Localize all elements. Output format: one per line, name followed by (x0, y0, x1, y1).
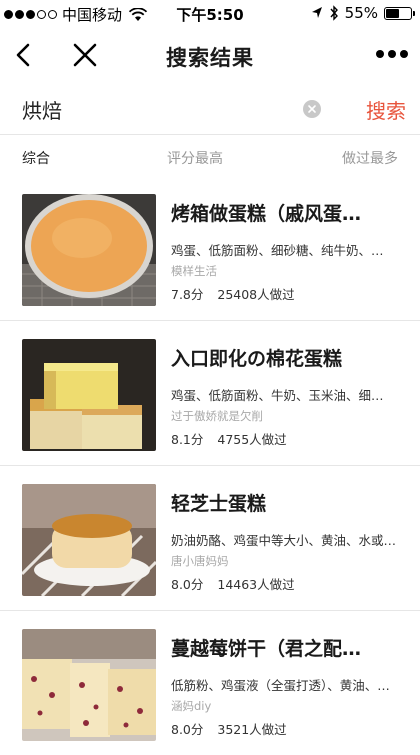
recipe-title: 轻芝士蛋糕 (171, 493, 267, 515)
battery-percent: 55% (344, 4, 378, 22)
recipe-score: 7.8分 (171, 287, 204, 302)
recipe-list: 烤箱做蛋糕（戚风蛋… 鸡蛋、低筋面粉、细砂糖、纯牛奶、… 模样生活 7.8分 2… (0, 176, 420, 755)
recipe-ingredients: 鸡蛋、低筋面粉、牛奶、玉米油、细… (171, 388, 384, 403)
location-arrow-icon (311, 7, 322, 18)
recipe-list-item[interactable]: 蔓越莓饼干（君之配… 低筋粉、鸡蛋液（全蛋打透）、黄油、… 涵妈diy 8.0分… (0, 611, 420, 755)
recipe-stats: 7.8分 25408人做过 (171, 284, 295, 303)
recipe-made-count: 4755人做过 (217, 432, 287, 447)
recipe-stats: 8.0分 14463人做过 (171, 574, 295, 593)
tab-comprehensive[interactable]: 综合 (22, 148, 50, 168)
recipe-author: 唐小唐妈妈 (171, 554, 229, 568)
recipe-score: 8.0分 (171, 722, 204, 737)
recipe-title: 蔓越莓饼干（君之配… (171, 638, 362, 660)
recipe-score: 8.1分 (171, 432, 204, 447)
clear-input-icon[interactable] (303, 100, 321, 118)
recipe-author: 过于傲娇就是欠削 (171, 409, 263, 423)
recipe-stats: 8.0分 3521人做过 (171, 719, 287, 738)
recipe-made-count: 25408人做过 (217, 287, 295, 302)
tab-most-made[interactable]: 做过最多 (342, 148, 398, 168)
recipe-author: 模样生活 (171, 264, 217, 278)
bluetooth-icon (330, 5, 338, 21)
recipe-title: 烤箱做蛋糕（戚风蛋… (171, 203, 362, 225)
search-input[interactable] (22, 94, 292, 124)
battery-icon (384, 6, 415, 20)
nav-bar: 搜索结果 (0, 28, 420, 84)
search-bar: 搜索 (0, 84, 420, 135)
recipe-thumbnail (22, 339, 156, 451)
recipe-made-count: 3521人做过 (217, 722, 287, 737)
page-title: 搜索结果 (166, 46, 254, 70)
recipe-author: 涵妈diy (171, 699, 212, 713)
recipe-made-count: 14463人做过 (217, 577, 295, 592)
recipe-ingredients: 鸡蛋、低筋面粉、细砂糖、纯牛奶、… (171, 243, 384, 258)
recipe-list-item[interactable]: 轻芝士蛋糕 奶油奶酪、鸡蛋中等大小、黄油、水或… 唐小唐妈妈 8.0分 1446… (0, 466, 420, 611)
search-button[interactable]: 搜索 (366, 95, 406, 124)
recipe-stats: 8.1分 4755人做过 (171, 429, 287, 448)
more-options-icon[interactable] (376, 50, 408, 58)
recipe-thumbnail (22, 194, 156, 306)
recipe-list-item[interactable]: 烤箱做蛋糕（戚风蛋… 鸡蛋、低筋面粉、细砂糖、纯牛奶、… 模样生活 7.8分 2… (0, 176, 420, 321)
sort-tabs: 综合 评分最高 做过最多 (0, 136, 420, 176)
recipe-score: 8.0分 (171, 577, 204, 592)
recipe-ingredients: 奶油奶酪、鸡蛋中等大小、黄油、水或… (171, 533, 397, 548)
recipe-title: 入口即化の棉花蛋糕 (171, 348, 343, 370)
recipe-ingredients: 低筋粉、鸡蛋液（全蛋打透）、黄油、… (171, 678, 390, 693)
tab-highest-rated[interactable]: 评分最高 (167, 148, 223, 168)
status-bar: 中国移动 下午5:50 55% (0, 0, 420, 28)
recipe-list-item[interactable]: 入口即化の棉花蛋糕 鸡蛋、低筋面粉、牛奶、玉米油、细… 过于傲娇就是欠削 8.1… (0, 321, 420, 466)
recipe-thumbnail (22, 484, 156, 596)
recipe-thumbnail (22, 629, 156, 741)
